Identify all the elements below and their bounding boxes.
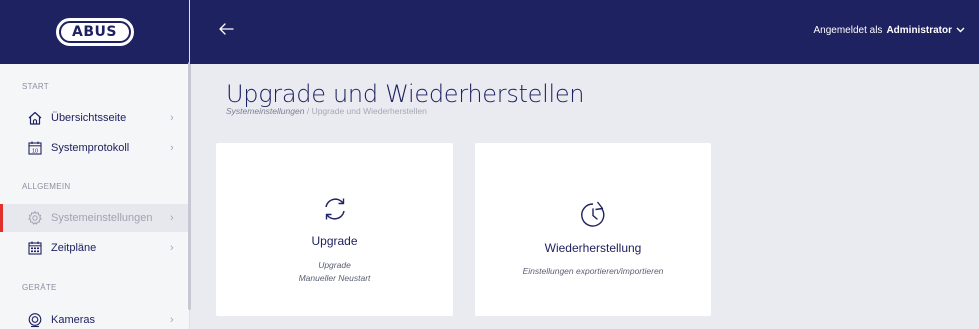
breadcrumb-link[interactable]: Systemeinstellungen <box>226 106 304 116</box>
chevron-down-icon <box>956 25 965 36</box>
sidebar-item-label: Kameras <box>51 314 96 326</box>
logo-bar: ABUS <box>0 0 189 64</box>
sidebar-scrollbar[interactable] <box>188 62 191 310</box>
chevron-right-icon: › <box>170 112 174 124</box>
breadcrumb: Systemeinstellungen / Upgrade und Wieder… <box>226 106 427 116</box>
history-icon <box>578 200 608 235</box>
home-icon <box>27 110 43 126</box>
chevron-right-icon: › <box>170 142 174 154</box>
schedule-calendar-icon <box>27 240 43 256</box>
logo-text: ABUS <box>58 21 131 43</box>
sidebar-item-label: Systemeinstellungen <box>51 212 153 224</box>
svg-text:10: 10 <box>32 149 38 155</box>
card-subtitle: Manueller Neustart <box>298 273 371 283</box>
abus-logo[interactable]: ABUS <box>55 18 134 46</box>
breadcrumb-current: Upgrade und Wiederherstellen <box>311 106 427 116</box>
camera-icon <box>27 312 43 328</box>
calendar-icon: 10 <box>27 140 43 156</box>
gear-icon <box>27 210 43 226</box>
top-bar: Angemeldet als Administrator <box>190 0 979 64</box>
card-subtitle: Upgrade <box>318 260 351 270</box>
sidebar-item-label: Zeitpläne <box>51 242 97 254</box>
upgrade-card[interactable]: Upgrade Upgrade Manueller Neustart <box>216 143 453 316</box>
sidebar-item-uebersichtsseite[interactable]: Übersichtsseite › <box>0 104 188 132</box>
user-name: Administrator <box>886 25 952 36</box>
chevron-right-icon: › <box>170 212 174 224</box>
chevron-right-icon: › <box>170 314 174 326</box>
arrow-left-icon[interactable] <box>218 20 234 41</box>
breadcrumb-separator: / <box>306 106 310 116</box>
section-start: START <box>22 82 49 91</box>
card-title: Wiederherstellung <box>544 241 642 255</box>
card-subtitle: Einstellungen exportieren/importieren <box>522 266 664 276</box>
sidebar-item-label: Systemprotokoll <box>51 142 130 154</box>
sidebar-item-systemeinstellungen[interactable]: Systemeinstellungen › <box>0 204 188 232</box>
sidebar-item-systemprotokoll[interactable]: 10 Systemprotokoll › <box>0 134 188 162</box>
page-title: Upgrade und Wiederherstellen <box>226 80 585 108</box>
section-geraete: GERÄTE <box>22 283 57 292</box>
user-menu[interactable]: Angemeldet als Administrator <box>814 25 966 36</box>
card-title: Upgrade <box>311 234 358 248</box>
sidebar-item-label: Übersichtsseite <box>51 112 127 124</box>
section-allgemein: ALLGEMEIN <box>22 182 71 191</box>
chevron-right-icon: › <box>170 242 174 254</box>
sidebar: ABUS START Übersichtsseite › 10 Systempr… <box>0 0 191 329</box>
sidebar-item-kameras[interactable]: Kameras › <box>0 306 188 329</box>
refresh-icon <box>320 194 350 229</box>
sidebar-item-zeitplaene[interactable]: Zeitpläne › <box>0 234 188 262</box>
user-prefix: Angemeldet als <box>813 25 883 36</box>
restore-card[interactable]: Wiederherstellung Einstellungen exportie… <box>475 143 711 316</box>
